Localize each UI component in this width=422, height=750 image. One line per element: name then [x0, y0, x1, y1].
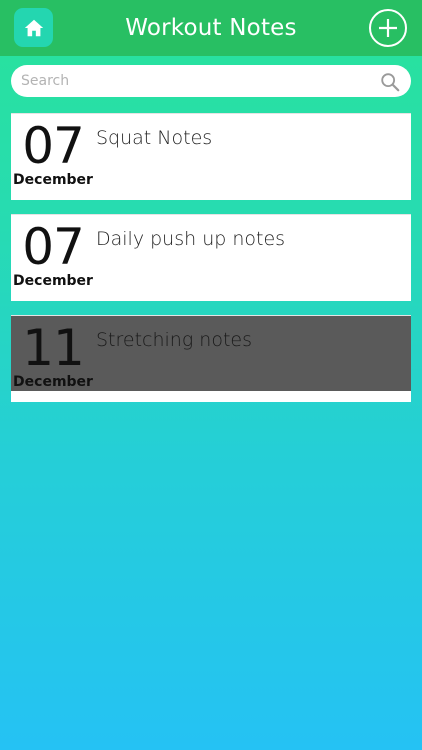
note-day: 07	[22, 117, 85, 175]
plus-icon	[379, 19, 397, 37]
note-title: Squat Notes	[96, 127, 213, 149]
note-month: December	[13, 374, 93, 390]
note-month: December	[13, 172, 93, 188]
note-day: 11	[22, 319, 85, 377]
note-item-squat[interactable]: 07 December Squat Notes	[11, 113, 411, 200]
note-day: 07	[22, 218, 85, 276]
note-item-push-up[interactable]: 07 December Daily push up notes	[11, 214, 411, 301]
app-header: Workout Notes	[0, 0, 422, 56]
search-input[interactable]	[21, 65, 371, 97]
note-month: December	[13, 273, 93, 289]
search-icon[interactable]	[379, 71, 401, 93]
note-title: Daily push up notes	[96, 228, 286, 250]
note-title: Stretching notes	[96, 329, 252, 351]
search-bar	[11, 65, 411, 97]
page-title: Workout Notes	[125, 15, 297, 41]
add-note-button[interactable]	[369, 9, 407, 47]
note-item-stretching[interactable]: 11 December Stretching notes	[11, 315, 411, 402]
